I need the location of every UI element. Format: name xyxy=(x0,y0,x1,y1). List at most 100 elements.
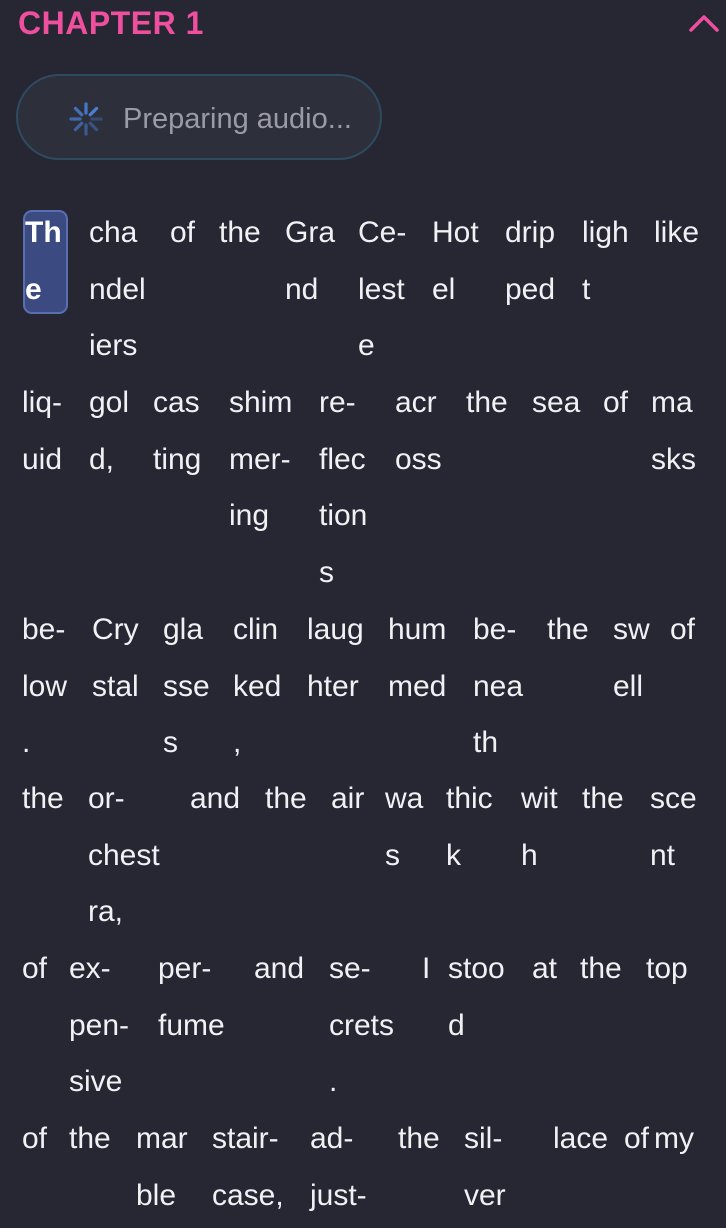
word-fragment[interactable]: hter xyxy=(307,659,359,715)
word-fragment[interactable]: ad- xyxy=(310,1111,353,1167)
word-fragment[interactable]: laug xyxy=(307,602,364,658)
word-fragment[interactable]: ped xyxy=(505,262,555,318)
word-fragment[interactable]: mer- xyxy=(229,432,291,488)
word-fragment[interactable]: liq- xyxy=(22,375,62,431)
word-fragment[interactable]: shim xyxy=(229,375,292,431)
word-fragment[interactable]: drip xyxy=(505,205,555,261)
word-fragment[interactable]: sce xyxy=(650,771,697,827)
word-fragment[interactable]: my xyxy=(654,1111,694,1167)
word-fragment[interactable]: ked xyxy=(233,659,281,715)
word-fragment[interactable]: nt xyxy=(650,828,675,884)
word-fragment[interactable]: the xyxy=(466,375,508,431)
word-fragment[interactable]: pen- xyxy=(69,998,129,1054)
word-fragment[interactable]: or- xyxy=(88,771,125,827)
word-fragment[interactable]: sse xyxy=(163,659,210,715)
word-fragment[interactable]: lest xyxy=(358,262,405,318)
word-fragment[interactable]: fume xyxy=(158,998,225,1054)
word-fragment[interactable]: ma xyxy=(651,375,693,431)
word-fragment[interactable]: thic xyxy=(446,771,493,827)
word-fragment[interactable]: be- xyxy=(22,602,65,658)
word-fragment[interactable]: iers xyxy=(89,318,137,374)
word-fragment[interactable]: the xyxy=(580,941,622,997)
word-fragment[interactable]: be- xyxy=(473,602,516,658)
word-fragment[interactable]: s xyxy=(163,715,178,771)
word-fragment[interactable]: cha xyxy=(89,205,137,261)
word-fragment[interactable]: stal xyxy=(92,659,139,715)
word-fragment[interactable]: at xyxy=(532,941,557,997)
word-fragment[interactable]: d xyxy=(448,998,465,1054)
word-fragment[interactable]: of xyxy=(670,602,695,658)
word-fragment[interactable]: Ce- xyxy=(358,205,406,261)
word-fragment[interactable]: sil- xyxy=(464,1111,502,1167)
word-fragment[interactable]: the xyxy=(219,205,261,261)
word-fragment[interactable]: ell xyxy=(613,659,643,715)
word-fragment[interactable]: el xyxy=(432,262,455,318)
word-fragment[interactable]: ting xyxy=(153,432,201,488)
word-fragment[interactable]: . xyxy=(329,1054,337,1110)
word-fragment[interactable]: Cry xyxy=(92,602,139,658)
word-fragment[interactable]: ra, xyxy=(88,884,123,940)
word-fragment[interactable]: air xyxy=(331,771,364,827)
word-fragment[interactable]: s xyxy=(385,828,400,884)
word-fragment[interactable]: stair- xyxy=(212,1111,279,1167)
word-fragment[interactable]: gol xyxy=(89,375,129,431)
word-fragment[interactable]: sea xyxy=(532,375,580,431)
word-fragment[interactable]: sive xyxy=(69,1054,122,1110)
word-fragment[interactable]: th xyxy=(473,715,498,771)
word-fragment[interactable]: just- xyxy=(310,1168,367,1224)
word-fragment[interactable]: uid xyxy=(22,432,62,488)
word-fragment[interactable]: I xyxy=(422,941,430,997)
word-fragment[interactable]: mar xyxy=(136,1111,188,1167)
word-fragment[interactable]: . xyxy=(22,715,30,771)
word-fragment[interactable]: the xyxy=(547,602,589,658)
word-fragment[interactable]: acr xyxy=(395,375,437,431)
word-fragment[interactable]: hum xyxy=(388,602,446,658)
word-fragment[interactable]: ndel xyxy=(89,262,146,318)
word-fragment[interactable]: lace xyxy=(553,1111,608,1167)
word-fragment[interactable]: the xyxy=(398,1111,440,1167)
word-fragment[interactable]: nea xyxy=(473,659,523,715)
word-fragment[interactable]: ex- xyxy=(69,941,111,997)
word-fragment[interactable]: case, xyxy=(212,1168,284,1224)
word-fragment[interactable]: of xyxy=(22,941,47,997)
word-fragment[interactable]: re- xyxy=(319,375,356,431)
word-fragment[interactable]: the xyxy=(582,771,624,827)
word-fragment[interactable]: of xyxy=(22,1111,47,1167)
word-fragment[interactable]: clin xyxy=(233,602,278,658)
word-fragment[interactable]: e xyxy=(25,262,42,318)
word-fragment[interactable]: Hot xyxy=(432,205,479,261)
word-fragment[interactable]: ver xyxy=(464,1168,506,1224)
word-fragment[interactable]: med xyxy=(388,659,446,715)
word-fragment[interactable]: top xyxy=(646,941,688,997)
word-fragment[interactable]: s xyxy=(319,545,334,601)
word-fragment[interactable]: d, xyxy=(89,432,114,488)
word-fragment[interactable]: sw xyxy=(613,602,650,658)
word-fragment[interactable]: and xyxy=(190,771,240,827)
word-fragment[interactable]: nd xyxy=(285,262,318,318)
word-fragment[interactable]: h xyxy=(521,828,538,884)
word-fragment[interactable]: tion xyxy=(319,488,367,544)
word-fragment[interactable]: per- xyxy=(158,941,211,997)
word-fragment[interactable]: , xyxy=(233,715,241,771)
word-fragment[interactable]: of xyxy=(603,375,628,431)
word-fragment[interactable]: Gra xyxy=(285,205,335,261)
word-fragment[interactable]: e xyxy=(358,318,375,374)
word-fragment[interactable]: of xyxy=(170,205,195,261)
word-fragment[interactable]: sks xyxy=(651,432,696,488)
word-fragment[interactable]: and xyxy=(254,941,304,997)
word-fragment[interactable]: gla xyxy=(163,602,203,658)
word-fragment[interactable]: ing xyxy=(229,488,269,544)
word-fragment[interactable]: wa xyxy=(385,771,423,827)
word-fragment[interactable]: stoo xyxy=(448,941,505,997)
word-fragment[interactable]: t xyxy=(582,262,590,318)
word-fragment[interactable]: the xyxy=(69,1111,111,1167)
word-fragment[interactable]: low xyxy=(22,659,67,715)
word-fragment[interactable]: cas xyxy=(153,375,200,431)
word-fragment[interactable]: se- xyxy=(329,941,371,997)
word-fragment[interactable]: flec xyxy=(319,432,366,488)
word-fragment[interactable]: oss xyxy=(395,432,442,488)
word-fragment[interactable]: of xyxy=(624,1111,649,1167)
word-fragment[interactable]: ligh xyxy=(582,205,629,261)
word-fragment[interactable]: Th xyxy=(25,205,62,261)
word-fragment[interactable]: the xyxy=(22,771,64,827)
